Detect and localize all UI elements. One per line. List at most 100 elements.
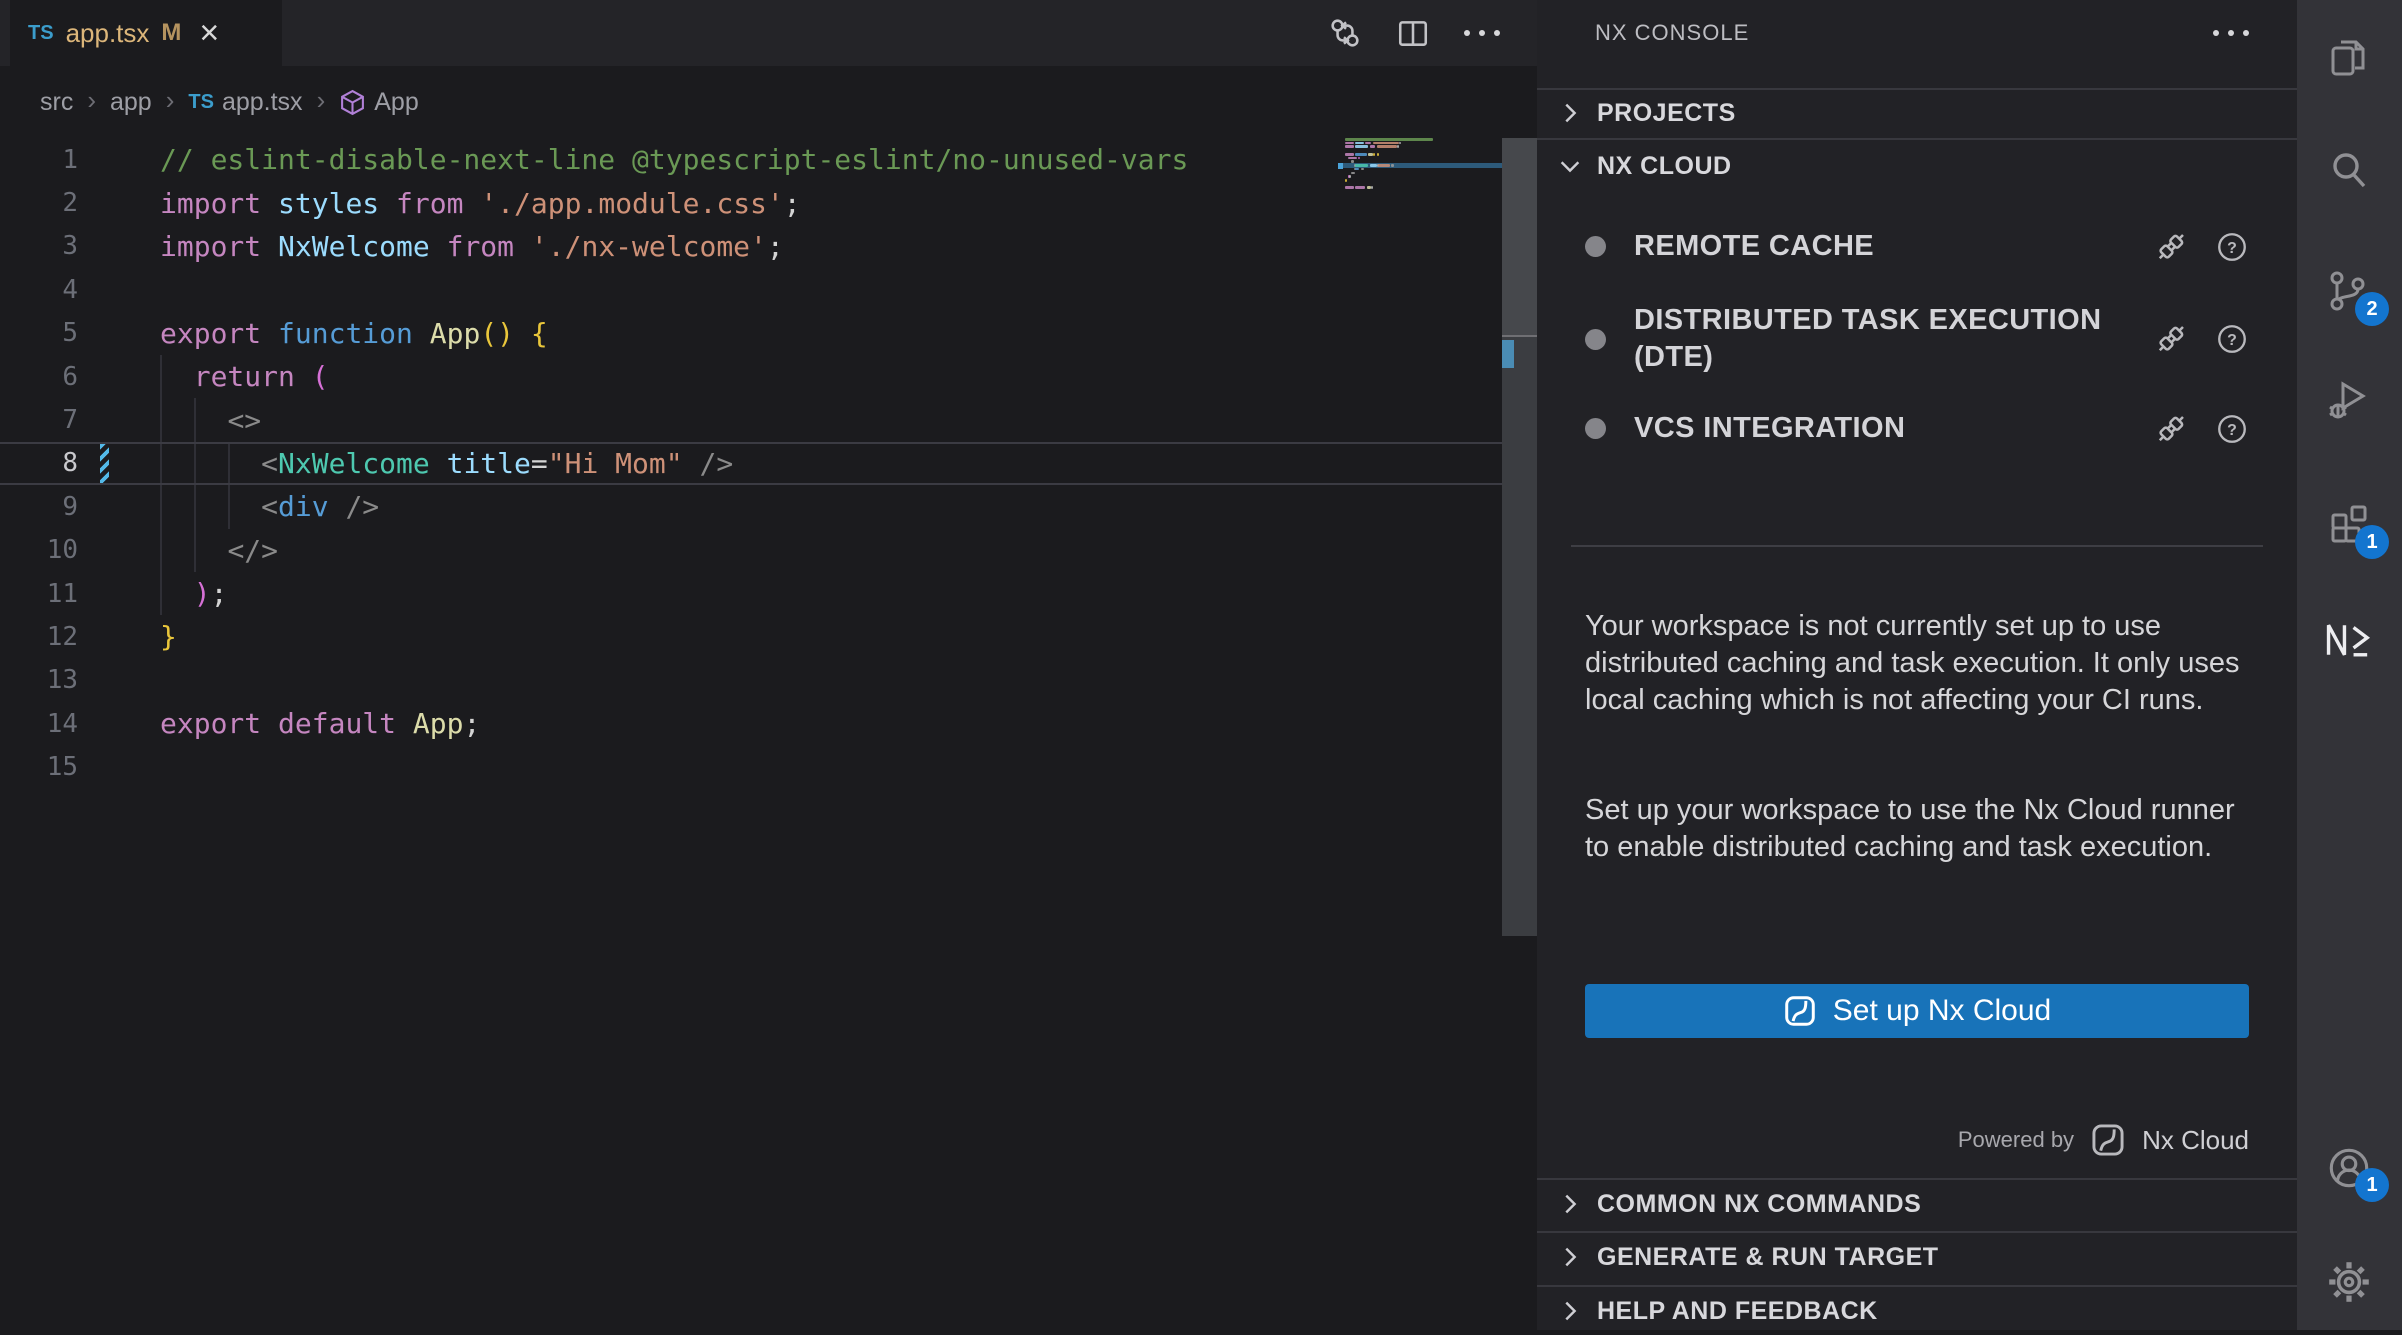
line-number: 9 (0, 492, 78, 522)
split-editor-icon[interactable] (1396, 16, 1430, 50)
settings-gear-icon[interactable] (2319, 1252, 2379, 1312)
svg-text:?: ? (2227, 421, 2237, 438)
nx-console-icon[interactable] (2319, 610, 2379, 670)
line-number: 14 (0, 709, 78, 739)
search-icon[interactable] (2319, 142, 2379, 202)
code-line-text: } (160, 620, 177, 653)
section-common-nx-commands[interactable]: COMMON NX COMMANDS (1537, 1180, 2297, 1228)
code-line-text: ); (160, 577, 227, 610)
line-number: 13 (0, 665, 78, 695)
modified-overview-mark (1502, 340, 1514, 368)
more-actions-icon[interactable] (1464, 18, 1500, 48)
breadcrumb-item-app[interactable]: app (110, 88, 152, 117)
breadcrumb-item-app[interactable]: App (339, 88, 418, 117)
code-line-text: import NxWelcome from './nx-welcome'; (160, 230, 784, 263)
status-bullet (1585, 236, 1606, 257)
explorer-icon[interactable] (2319, 28, 2379, 88)
breadcrumb-label: App (374, 88, 418, 117)
svg-text:?: ? (2227, 239, 2237, 256)
accounts-icon[interactable]: 1 (2319, 1138, 2379, 1198)
connect-plug-icon[interactable] (2153, 321, 2189, 357)
breadcrumb-separator-icon: › (166, 85, 175, 116)
activity-bar: 2 1 1 (2297, 0, 2402, 1330)
code-line-8: 8 <NxWelcome title="Hi Mom" /> (0, 442, 1502, 485)
line-number: 12 (0, 622, 78, 652)
nx-cloud-icon (2090, 1122, 2126, 1158)
line-number: 6 (0, 362, 78, 392)
panel-title: NX CONSOLE (1595, 0, 1749, 66)
connect-plug-icon[interactable] (2153, 411, 2189, 447)
section-nx-cloud-label: NX CLOUD (1597, 152, 1732, 181)
cloud-item-distributed-task-execution-dte-[interactable]: DISTRIBUTED TASK EXECUTION (DTE)? (1585, 302, 2249, 376)
setup-nx-cloud-button[interactable]: Set up Nx Cloud (1585, 984, 2249, 1038)
code-line-10: 10 </> (0, 529, 1502, 572)
powered-by-label: Powered by (1958, 1127, 2074, 1153)
chevron-right-icon (1557, 1244, 1583, 1270)
cloud-item-label: DISTRIBUTED TASK EXECUTION (DTE) (1634, 302, 2153, 376)
accounts-badge: 1 (2355, 1168, 2389, 1202)
line-number: 11 (0, 579, 78, 609)
help-icon[interactable]: ? (2215, 322, 2249, 356)
breadcrumb-separator-icon: › (317, 85, 326, 116)
section-nx-cloud[interactable]: NX CLOUD (1537, 142, 2297, 190)
line-number: 7 (0, 405, 78, 435)
code-line-text: <> (160, 404, 261, 437)
connect-plug-icon[interactable] (2153, 229, 2189, 265)
code-line-text: export function App() { (160, 317, 548, 350)
line-number: 4 (0, 275, 78, 305)
code-line-text: import styles from './app.module.css'; (160, 187, 801, 220)
line-number: 3 (0, 231, 78, 261)
svg-text:?: ? (2227, 332, 2237, 349)
typescript-file-icon: TS (28, 22, 54, 45)
code-line-text: return ( (160, 360, 329, 393)
symbol-module-cube-icon (339, 89, 366, 116)
cloud-item-vcs-integration[interactable]: VCS INTEGRATION? (1585, 410, 2249, 447)
run-debug-icon[interactable] (2319, 372, 2379, 432)
breadcrumb-item-app-tsx[interactable]: TS app.tsx (188, 88, 302, 117)
divider (1537, 138, 2297, 140)
cloud-item-remote-cache[interactable]: REMOTE CACHE? (1585, 228, 2249, 265)
tab-title: app.tsx (66, 18, 150, 49)
chevron-right-icon (1557, 1191, 1583, 1217)
breadcrumb-separator-icon: › (87, 85, 96, 116)
source-control-icon[interactable]: 2 (2319, 262, 2379, 322)
help-icon[interactable]: ? (2215, 412, 2249, 446)
breadcrumb-label: src (40, 88, 73, 117)
tab-bar: TS app.tsx M × (0, 0, 1537, 66)
editor-scrollbar[interactable] (1502, 138, 1537, 936)
code-line-14: 14export default App; (0, 702, 1502, 745)
divider (1571, 545, 2263, 547)
breadcrumb-label: app.tsx (222, 88, 303, 117)
section-help-and-feedback[interactable]: HELP AND FEEDBACK (1537, 1287, 2297, 1335)
code-line-4: 4 (0, 268, 1502, 311)
close-icon[interactable]: × (199, 16, 219, 50)
line-number: 1 (0, 145, 78, 175)
section-projects[interactable]: PROJECTS (1537, 89, 2297, 137)
panel-more-actions-icon[interactable] (2213, 18, 2249, 48)
line-number: 15 (0, 752, 78, 782)
help-icon[interactable]: ? (2215, 230, 2249, 264)
status-bullet (1585, 418, 1606, 439)
status-bullet (1585, 329, 1606, 350)
cloud-item-label: REMOTE CACHE (1634, 228, 2153, 265)
line-number: 10 (0, 535, 78, 565)
typescript-file-icon: TS (188, 91, 214, 114)
section-label: GENERATE & RUN TARGET (1597, 1243, 1939, 1272)
code-line-text: </> (160, 534, 278, 567)
scrollbar-thumb[interactable] (1502, 138, 1537, 336)
code-line-2: 2 import styles from './app.module.css'; (0, 181, 1502, 224)
extensions-icon[interactable]: 1 (2319, 495, 2379, 555)
breadcrumb-item-src[interactable]: src (40, 88, 73, 117)
breadcrumb: src › app › TS app.tsx › App (40, 80, 419, 124)
line-number: 2 (0, 188, 78, 218)
modified-line-gutter-indicator (100, 444, 109, 483)
nx-cloud-icon (1783, 994, 1817, 1028)
workspace-status-text: Your workspace is not currently set up t… (1585, 608, 2265, 719)
section-projects-label: PROJECTS (1597, 99, 1736, 128)
powered-by-nx-cloud[interactable]: Powered by Nx Cloud (1958, 1122, 2249, 1158)
code-editor[interactable]: 1// eslint-disable-next-line @typescript… (0, 138, 1502, 789)
minimap[interactable] (1345, 138, 1502, 378)
section-generate-run-target[interactable]: GENERATE & RUN TARGET (1537, 1233, 2297, 1281)
tab-app-tsx[interactable]: TS app.tsx M × (10, 0, 282, 66)
open-changes-icon[interactable] (1328, 16, 1362, 50)
